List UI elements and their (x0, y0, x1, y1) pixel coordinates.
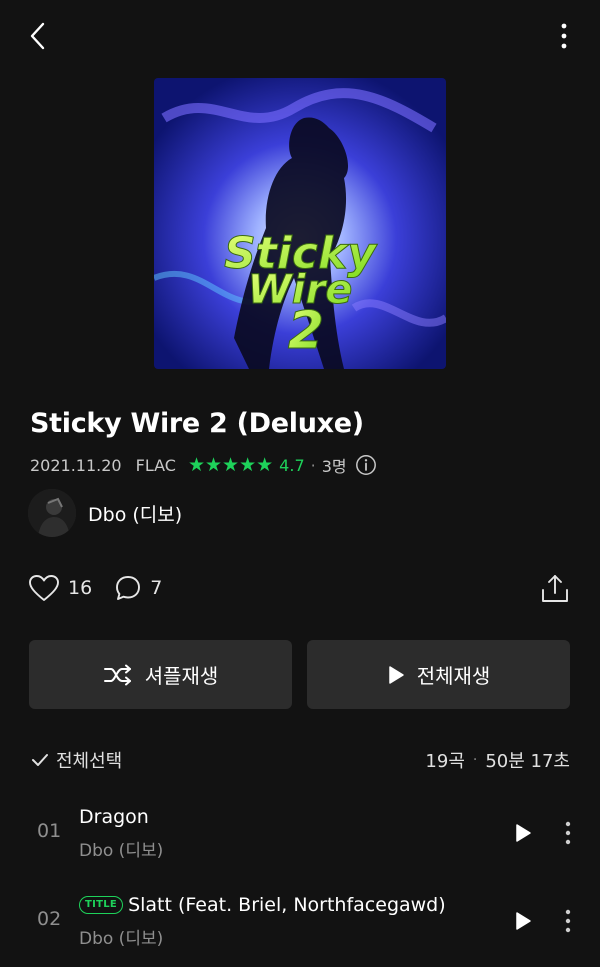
track-title-wrap: TITLE Slatt (Feat. Briel, Northfacegawd) (79, 894, 446, 916)
social-row: 16 7 (28, 568, 184, 608)
release-date: 2021.11.20 (30, 455, 122, 475)
track-artist[interactable]: Dbo (디보) (79, 836, 163, 861)
track-artist[interactable]: Dbo (디보) (79, 924, 163, 949)
shuffle-play-button[interactable]: 셔플재생 (29, 640, 292, 709)
comment-count: 7 (150, 577, 163, 599)
track-more-button[interactable] (556, 906, 580, 936)
track-number: 01 (37, 820, 62, 842)
more-vertical-icon (565, 909, 571, 933)
track-number: 02 (37, 908, 62, 930)
select-all-button[interactable]: 전체선택 (30, 747, 122, 773)
meta-separator: · (310, 455, 316, 475)
rating-stars[interactable]: ★ ★ ★ ★ ★ (187, 453, 274, 476)
track-count: 19곡 (425, 751, 465, 772)
rating-value: 4.7 (279, 455, 305, 475)
share-icon (542, 575, 568, 602)
play-all-label: 전체재생 (416, 664, 491, 688)
like-button[interactable]: 16 (28, 574, 92, 602)
star-icon: ★ (187, 453, 205, 476)
title-track-badge: TITLE (79, 896, 124, 914)
track-title: Slatt (Feat. Briel, Northfacegawd) (128, 894, 446, 916)
track-play-button[interactable] (508, 818, 538, 848)
total-duration: 50분 17초 (485, 751, 570, 772)
star-icon: ★ (204, 453, 223, 476)
track-row[interactable]: 02 TITLE Slatt (Feat. Briel, Northfacega… (0, 886, 600, 958)
play-icon (516, 912, 531, 930)
back-arrow-icon (30, 22, 45, 50)
artist-link[interactable]: Dbo (디보) (28, 489, 182, 537)
play-icon (516, 824, 531, 842)
like-count: 16 (68, 577, 93, 599)
heart-icon (29, 575, 59, 601)
shuffle-icon (103, 664, 131, 685)
tracklist-header: 전체선택 19곡 · 50분 17초 (30, 744, 570, 776)
track-row[interactable]: 01 Dragon Dbo (디보) (0, 798, 600, 870)
album-title: Sticky Wire 2 (Deluxe) (30, 408, 364, 439)
artist-name: Dbo (디보) (88, 503, 183, 526)
top-bar (0, 0, 600, 76)
tracklist-summary: 19곡 · 50분 17초 (425, 747, 570, 773)
more-vertical-icon (561, 23, 567, 49)
track-more-button[interactable] (556, 818, 580, 848)
album-cover-art: Sticky Wire 2 (154, 78, 446, 369)
star-icon: ★ (222, 453, 240, 476)
audio-format: FLAC (135, 455, 176, 475)
track-play-button[interactable] (508, 906, 538, 936)
info-icon[interactable] (355, 454, 377, 476)
more-vertical-icon (565, 821, 571, 845)
back-button[interactable] (20, 18, 56, 54)
track-title-wrap: Dragon (79, 806, 149, 828)
comment-button[interactable]: 7 (114, 574, 162, 602)
select-all-label: 전체선택 (56, 751, 123, 772)
shuffle-play-label: 셔플재생 (144, 664, 219, 688)
comment-icon (116, 576, 141, 600)
star-icon: ★ (256, 453, 274, 476)
play-all-button[interactable]: 전체재생 (307, 640, 570, 709)
cover-text-2: 2 (288, 301, 324, 361)
star-icon: ★ (239, 453, 257, 476)
album-detail-page: Sticky Wire 2 Sticky Wire 2 (Deluxe) 202… (0, 0, 600, 967)
share-button[interactable] (540, 571, 570, 605)
album-cover[interactable]: Sticky Wire 2 (154, 78, 446, 369)
rating-count: 3명 (321, 457, 347, 476)
artist-avatar (28, 489, 76, 537)
more-options-button[interactable] (552, 18, 576, 54)
album-meta-row: 2021.11.20 FLAC ★ ★ ★ ★ ★ 4.7 · 3명 (30, 452, 377, 478)
summary-separator: · (472, 752, 478, 768)
track-title: Dragon (79, 806, 149, 828)
check-icon (32, 754, 48, 766)
play-icon (388, 665, 404, 684)
